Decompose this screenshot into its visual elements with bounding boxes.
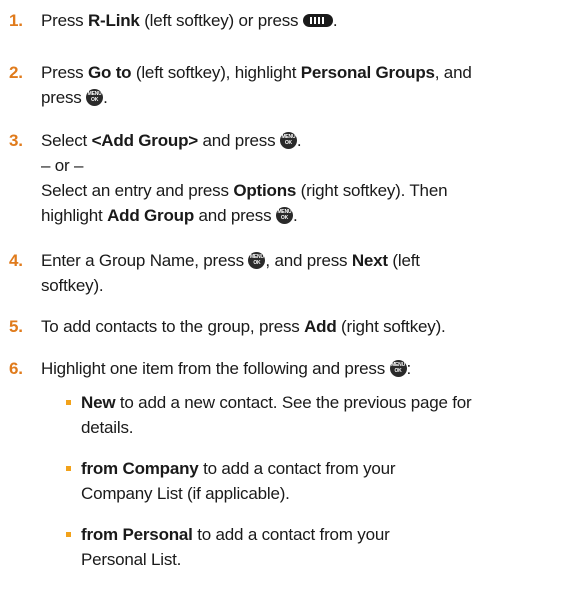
text: (right softkey). Then — [296, 181, 448, 200]
menu-label: Personal Groups — [300, 63, 435, 82]
text: . — [292, 206, 298, 225]
text: (right softkey). — [336, 317, 446, 336]
menu-label: <Add Group> — [91, 131, 199, 150]
text: (left — [387, 251, 420, 270]
step-text: Press Go to (left softkey), highlight Pe… — [41, 60, 560, 110]
text: Personal List. — [81, 550, 182, 569]
text: Highlight one item from the following an… — [41, 359, 390, 378]
option-label: from Company — [81, 459, 199, 478]
text: Select an entry and press — [41, 181, 234, 200]
text: to add a new contact. See the previous p… — [115, 393, 472, 412]
menu-ok-key-icon — [389, 360, 407, 377]
instruction-document: 1. Press R-Link (left softkey) or press … — [0, 0, 578, 592]
step-number: 4. — [9, 251, 23, 270]
step-text: Highlight one item from the following an… — [41, 356, 560, 381]
key-label: R-Link — [87, 11, 140, 30]
bullet-icon — [66, 532, 71, 537]
text: Company List (if applicable). — [81, 484, 290, 503]
text: to add a contact from your — [192, 525, 390, 544]
text: and press — [198, 131, 280, 150]
text: . — [103, 88, 108, 107]
step-number: 1. — [9, 11, 23, 30]
or-separator: – or – — [41, 156, 84, 175]
menu-label: Add Group — [107, 206, 195, 225]
text: highlight — [41, 206, 108, 225]
text: (left softkey), highlight — [131, 63, 301, 82]
bullet-icon — [66, 466, 71, 471]
text: Press — [41, 63, 88, 82]
step-number: 5. — [9, 317, 23, 336]
menu-ok-key-icon — [86, 89, 104, 106]
step-text: Enter a Group Name, press , and press Ne… — [41, 248, 560, 298]
bullet-icon — [66, 400, 71, 405]
key-label: Next — [351, 251, 388, 270]
text: . — [296, 131, 302, 150]
step-text: To add contacts to the group, press Add … — [41, 314, 560, 339]
text: : — [406, 359, 412, 378]
text: Enter a Group Name, press — [41, 251, 249, 270]
text: , and — [434, 63, 472, 82]
r-link-key-icon — [302, 14, 333, 27]
text: . — [332, 11, 338, 30]
text: and press — [194, 206, 276, 225]
text: To add contacts to the group, press — [41, 317, 305, 336]
key-label: Options — [233, 181, 297, 200]
key-label: Go to — [87, 63, 132, 82]
text: press — [41, 88, 87, 107]
step-number: 6. — [9, 359, 23, 378]
text: details. — [81, 418, 134, 437]
menu-ok-key-icon — [275, 207, 293, 224]
text: to add a contact from your — [198, 459, 396, 478]
step-number: 3. — [9, 131, 23, 150]
step-number: 2. — [9, 63, 23, 82]
menu-ok-key-icon — [279, 132, 297, 149]
option-label: from Personal — [81, 525, 193, 544]
option-label: New — [81, 393, 116, 412]
text: softkey). — [41, 276, 104, 295]
text: Press — [41, 11, 88, 30]
step-text: Press R-Link (left softkey) or press . — [41, 8, 560, 33]
key-label: Add — [304, 317, 337, 336]
menu-ok-key-icon — [248, 252, 266, 269]
text: (left softkey) or press — [139, 11, 303, 30]
step-text: Select <Add Group> and press . – or – Se… — [41, 128, 560, 228]
text: , and press — [265, 251, 352, 270]
text: Select — [41, 131, 92, 150]
